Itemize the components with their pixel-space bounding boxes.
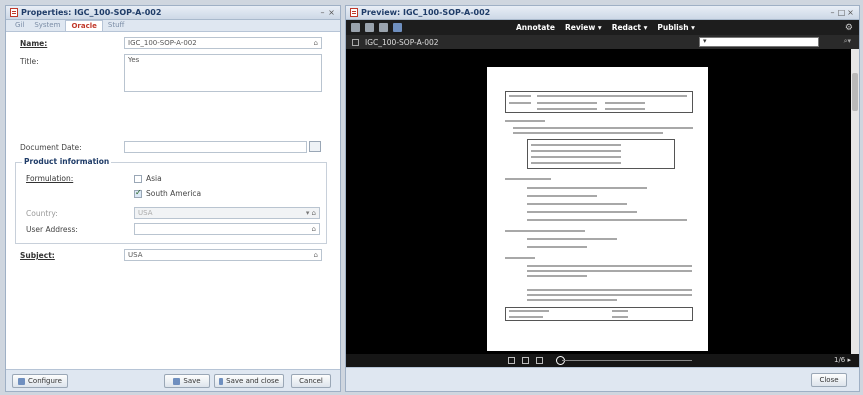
minimize-icon[interactable]: – bbox=[318, 8, 327, 17]
zoom-slider[interactable] bbox=[562, 360, 692, 361]
print-icon[interactable] bbox=[379, 23, 388, 32]
properties-form: Name: IGC_100-SOP-A-002 ⌂ Title: Yes Doc… bbox=[6, 32, 340, 370]
open-icon[interactable] bbox=[365, 23, 374, 32]
subject-value: USA bbox=[128, 251, 143, 259]
property-tabs: Gil System Oracle Stuff bbox=[6, 20, 340, 32]
lock-icon: ⌂ bbox=[311, 225, 316, 233]
cancel-label: Cancel bbox=[299, 377, 323, 385]
annotate-menu[interactable]: Annotate bbox=[516, 23, 555, 32]
thumbnail-icon[interactable] bbox=[352, 38, 359, 46]
fit-width-icon[interactable] bbox=[536, 357, 543, 364]
preview-panel: Preview: IGC_100-SOP-A-002 – □ × Annotat… bbox=[345, 5, 860, 392]
configure-label: Configure bbox=[28, 377, 62, 385]
app-window: Properties: IGC_100-SOP-A-002 – × Gil Sy… bbox=[0, 0, 863, 395]
formulation-label: Formulation: bbox=[26, 174, 74, 183]
review-menu[interactable]: Review ▾ bbox=[565, 23, 602, 32]
user-address-field[interactable]: ⌂ bbox=[134, 223, 320, 235]
lock-icon: ⌂ bbox=[313, 251, 318, 259]
country-value: USA bbox=[138, 209, 153, 217]
page-indicator: 1/6 ▸ bbox=[833, 356, 851, 364]
calendar-icon[interactable] bbox=[309, 141, 321, 152]
save-icon bbox=[173, 377, 181, 385]
preview-title: Preview: IGC_100-SOP-A-002 bbox=[361, 8, 491, 17]
viewer-controls: 1/6 ▸ bbox=[346, 354, 859, 367]
document-date-field[interactable] bbox=[124, 141, 307, 153]
name-label: Name: bbox=[20, 39, 48, 48]
document-page bbox=[487, 67, 708, 351]
maximize-icon[interactable]: □ bbox=[837, 8, 846, 17]
save-button[interactable]: Save bbox=[164, 374, 210, 388]
tab-stuff[interactable]: Stuff bbox=[103, 20, 129, 31]
people-icon[interactable] bbox=[393, 23, 402, 32]
minimize-icon[interactable]: – bbox=[828, 8, 837, 17]
country-select[interactable]: USA ▾ ⌂ bbox=[134, 207, 320, 219]
close-icon[interactable]: × bbox=[846, 8, 855, 17]
tab-gil[interactable]: Gil bbox=[10, 20, 29, 31]
document-tab[interactable]: IGC_100-SOP-A-002 bbox=[365, 38, 439, 47]
vertical-scrollbar[interactable] bbox=[851, 49, 859, 354]
properties-title: Properties: IGC_100-SOP-A-002 bbox=[21, 8, 162, 17]
asia-checkbox[interactable] bbox=[134, 175, 142, 183]
cancel-button[interactable]: Cancel bbox=[291, 374, 331, 388]
save-label: Save bbox=[183, 377, 201, 385]
preview-header: Preview: IGC_100-SOP-A-002 – □ × bbox=[346, 6, 859, 20]
save-close-icon bbox=[219, 377, 224, 385]
publish-menu[interactable]: Publish ▾ bbox=[657, 23, 695, 32]
subject-label: Subject: bbox=[20, 251, 55, 260]
properties-footer: Configure Save Save and close Cancel bbox=[6, 369, 340, 391]
configure-button[interactable]: Configure bbox=[12, 374, 68, 388]
south-america-label: South America bbox=[146, 189, 202, 198]
scrollbar-thumb[interactable] bbox=[852, 73, 858, 111]
settings-icon[interactable]: ⚙ bbox=[845, 23, 853, 33]
asia-label: Asia bbox=[146, 174, 162, 183]
document-date-label: Document Date: bbox=[20, 143, 82, 152]
chevron-down-icon: ▾ ⌂ bbox=[305, 209, 316, 217]
title-value: Yes bbox=[128, 56, 140, 64]
fit-page-icon[interactable] bbox=[522, 357, 529, 364]
user-address-label: User Address: bbox=[26, 225, 78, 234]
title-field[interactable]: Yes bbox=[124, 54, 322, 92]
close-icon[interactable]: × bbox=[327, 8, 336, 17]
save-and-close-button[interactable]: Save and close bbox=[214, 374, 284, 388]
document-icon bbox=[350, 8, 358, 17]
preview-footer: Close bbox=[346, 367, 859, 391]
south-america-checkbox[interactable] bbox=[134, 188, 142, 198]
new-icon[interactable] bbox=[351, 23, 360, 32]
configure-icon bbox=[18, 377, 26, 385]
document-viewer[interactable] bbox=[346, 49, 859, 354]
find-field[interactable]: ▾ bbox=[699, 37, 819, 47]
properties-header: Properties: IGC_100-SOP-A-002 – × bbox=[6, 6, 340, 20]
close-label: Close bbox=[819, 376, 839, 384]
rotate-icon[interactable] bbox=[508, 357, 515, 364]
name-value: IGC_100-SOP-A-002 bbox=[128, 39, 197, 47]
save-and-close-label: Save and close bbox=[226, 377, 279, 385]
subject-field[interactable]: USA ⌂ bbox=[124, 249, 322, 261]
tab-system[interactable]: System bbox=[29, 20, 65, 31]
close-button[interactable]: Close bbox=[811, 373, 847, 387]
tab-oracle[interactable]: Oracle bbox=[65, 20, 103, 31]
country-label: Country: bbox=[26, 209, 58, 218]
title-label: Title: bbox=[20, 57, 39, 66]
document-icon bbox=[10, 8, 18, 17]
lock-icon: ⌂ bbox=[313, 39, 318, 47]
find-dropdown-icon[interactable]: ▾ bbox=[703, 37, 707, 45]
redact-menu[interactable]: Redact ▾ bbox=[612, 23, 648, 32]
name-field[interactable]: IGC_100-SOP-A-002 ⌂ bbox=[124, 37, 322, 49]
preview-toolbar: Annotate Review ▾ Redact ▾ Publish ▾ ⚙ bbox=[346, 20, 859, 35]
document-tab-bar: IGC_100-SOP-A-002 ▾ ⌕▾ bbox=[346, 35, 859, 49]
product-information-legend: Product information bbox=[22, 157, 112, 166]
properties-panel: Properties: IGC_100-SOP-A-002 – × Gil Sy… bbox=[5, 5, 341, 392]
search-icon[interactable]: ⌕▾ bbox=[844, 37, 851, 46]
